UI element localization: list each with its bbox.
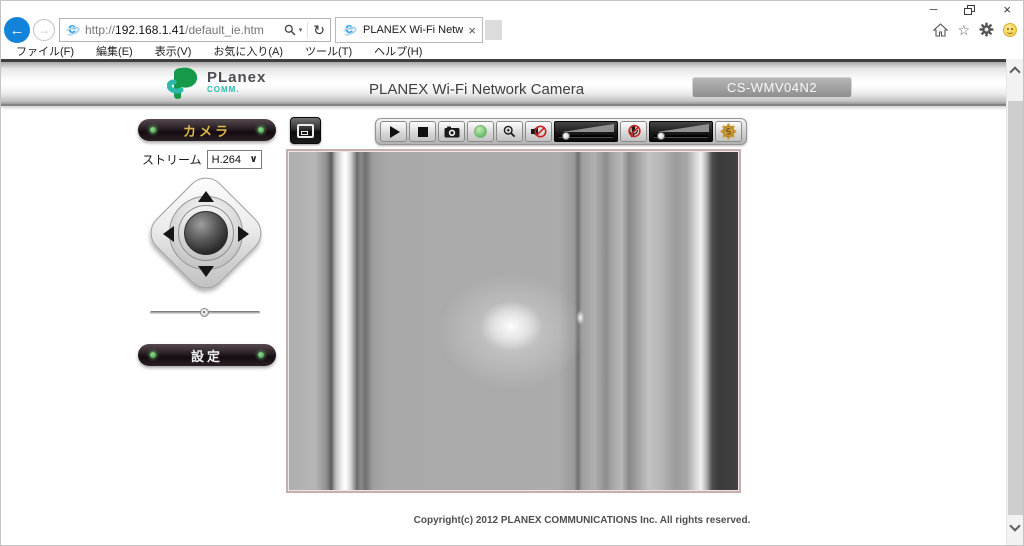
favorites-star-icon[interactable]: ☆ xyxy=(957,23,970,37)
zoom-in-button[interactable] xyxy=(496,121,523,142)
menu-view[interactable]: 表示(V) xyxy=(144,43,203,59)
joystick-center-orb[interactable] xyxy=(184,211,228,255)
logo-wordmark: PLanex xyxy=(207,69,267,86)
minimize-button[interactable]: ─ xyxy=(930,3,938,17)
window-controls: ─ × xyxy=(930,3,1011,17)
restore-icon-front xyxy=(964,7,973,15)
video-toolbar xyxy=(375,118,747,145)
led-green-icon xyxy=(150,352,156,358)
divider xyxy=(307,22,309,38)
tab-title: PLANEX Wi-Fi Network Ca... xyxy=(363,24,464,36)
browser-window: ─ × ← → e http://192.168.1.41/default_ie… xyxy=(0,0,1024,546)
pan-tilt-joystick[interactable] xyxy=(142,169,270,301)
url-text: http://192.168.1.41/default_ie.htm xyxy=(85,23,280,37)
zoom-in-icon xyxy=(503,125,516,138)
restore-button[interactable] xyxy=(964,4,976,16)
smiley-mouth xyxy=(1007,29,1013,34)
tilt-up-arrow[interactable] xyxy=(198,191,214,202)
pan-speed-slider[interactable] xyxy=(150,307,260,318)
volume-slider[interactable] xyxy=(554,121,618,142)
planex-logo-text: PLanex COMM. xyxy=(207,69,267,96)
home-icon[interactable] xyxy=(933,22,949,37)
camera-button[interactable]: カメラ xyxy=(138,119,276,141)
menu-bar: ファイル(F) 編集(E) 表示(V) お気に入り(A) ツール(T) ヘルプ(… xyxy=(5,43,433,59)
record-icon xyxy=(474,125,487,138)
settings-gear-icon[interactable] xyxy=(979,22,994,37)
mic-ramp-icon xyxy=(657,124,709,132)
model-badge: CS-WMV04N2 xyxy=(692,77,852,98)
logo-subtext: COMM. xyxy=(207,85,240,94)
volume-ramp-icon xyxy=(562,124,614,132)
planex-logo-icon xyxy=(167,67,198,99)
browser-action-icons: ☆ xyxy=(933,22,1017,37)
snapshot-button[interactable] xyxy=(438,121,465,142)
camera-icon xyxy=(444,126,459,137)
scrollbar-thumb[interactable] xyxy=(1008,101,1023,515)
menu-edit[interactable]: 編集(E) xyxy=(85,43,144,59)
menu-favorites[interactable]: お気に入り(A) xyxy=(202,43,294,59)
volume-slider-thumb[interactable] xyxy=(562,132,570,140)
menu-tools[interactable]: ツール(T) xyxy=(294,43,363,59)
led-green-icon xyxy=(258,127,264,133)
slider-thumb[interactable] xyxy=(200,308,209,317)
scroll-up-arrow[interactable] xyxy=(1009,66,1021,78)
menu-help[interactable]: ヘルプ(H) xyxy=(363,43,433,59)
ie-tab-icon: e xyxy=(341,20,358,38)
camera-button-label: カメラ xyxy=(182,123,231,139)
address-bar-tools: ▾ ↻ xyxy=(284,22,325,39)
mic-slider[interactable] xyxy=(649,121,713,142)
url-domain: 192.168.1.41 xyxy=(115,23,186,37)
fullscreen-icon-inner xyxy=(301,130,308,135)
planex-logo: PLanex COMM. xyxy=(167,66,266,102)
mic-slider-thumb[interactable] xyxy=(657,132,665,140)
chevron-down-icon: ∨ xyxy=(249,154,258,165)
vertical-scrollbar[interactable] xyxy=(1006,59,1023,545)
slider-thumb-dot xyxy=(203,311,205,313)
settings-button[interactable]: 設定 xyxy=(138,344,276,366)
led-green-icon xyxy=(150,127,156,133)
address-bar[interactable]: e http://192.168.1.41/default_ie.htm ▾ ↻ xyxy=(59,18,331,42)
mute-mic-icon xyxy=(627,124,641,138)
pan-left-arrow[interactable] xyxy=(163,226,174,242)
pan-right-arrow[interactable] xyxy=(238,226,249,242)
new-tab-button[interactable] xyxy=(485,20,502,40)
camera-video-feed xyxy=(286,149,741,493)
search-icon[interactable] xyxy=(284,24,296,36)
gold-gear-icon xyxy=(720,123,737,140)
stream-row: ストリーム H.264 ∨ xyxy=(142,150,262,169)
stream-select[interactable]: H.264 ∨ xyxy=(206,150,262,169)
url-path: /default_ie.htm xyxy=(185,23,264,37)
address-dropdown-icon[interactable]: ▾ xyxy=(299,26,303,34)
tab-close-icon[interactable]: × xyxy=(468,24,476,37)
fullscreen-button[interactable] xyxy=(290,117,321,144)
mute-speaker-icon xyxy=(531,125,547,138)
stop-button[interactable] xyxy=(409,121,436,142)
play-icon xyxy=(389,125,400,138)
back-button[interactable]: ← xyxy=(4,17,30,43)
stream-label: ストリーム xyxy=(142,153,202,167)
stop-icon xyxy=(417,126,428,137)
video-settings-button[interactable] xyxy=(715,121,742,142)
record-button[interactable] xyxy=(467,121,494,142)
stream-select-value: H.264 xyxy=(211,153,241,166)
menu-file[interactable]: ファイル(F) xyxy=(5,43,85,59)
mute-speaker-button[interactable] xyxy=(525,121,552,142)
url-prefix: http:// xyxy=(85,23,116,37)
ie-page-icon: e xyxy=(64,20,81,38)
scroll-down-arrow[interactable] xyxy=(1009,520,1021,532)
tilt-down-arrow[interactable] xyxy=(198,266,214,277)
fullscreen-icon xyxy=(297,123,314,138)
led-green-icon xyxy=(258,352,264,358)
close-button[interactable]: × xyxy=(1003,3,1011,17)
mute-mic-button[interactable] xyxy=(620,121,647,142)
page-title: PLANEX Wi-Fi Network Camera xyxy=(369,81,585,98)
settings-button-label: 設定 xyxy=(190,348,223,364)
feedback-smiley-icon[interactable] xyxy=(1003,22,1017,37)
refresh-icon[interactable]: ↻ xyxy=(313,22,325,39)
browser-tab[interactable]: e PLANEX Wi-Fi Network Ca... × xyxy=(335,17,483,43)
page-header: PLanex COMM. PLANEX Wi-Fi Network Camera… xyxy=(1,62,1008,106)
play-button[interactable] xyxy=(380,121,407,142)
forward-button[interactable]: → xyxy=(33,19,55,41)
copyright-footer: Copyright(c) 2012 PLANEX COMMUNICATIONS … xyxy=(413,515,751,526)
